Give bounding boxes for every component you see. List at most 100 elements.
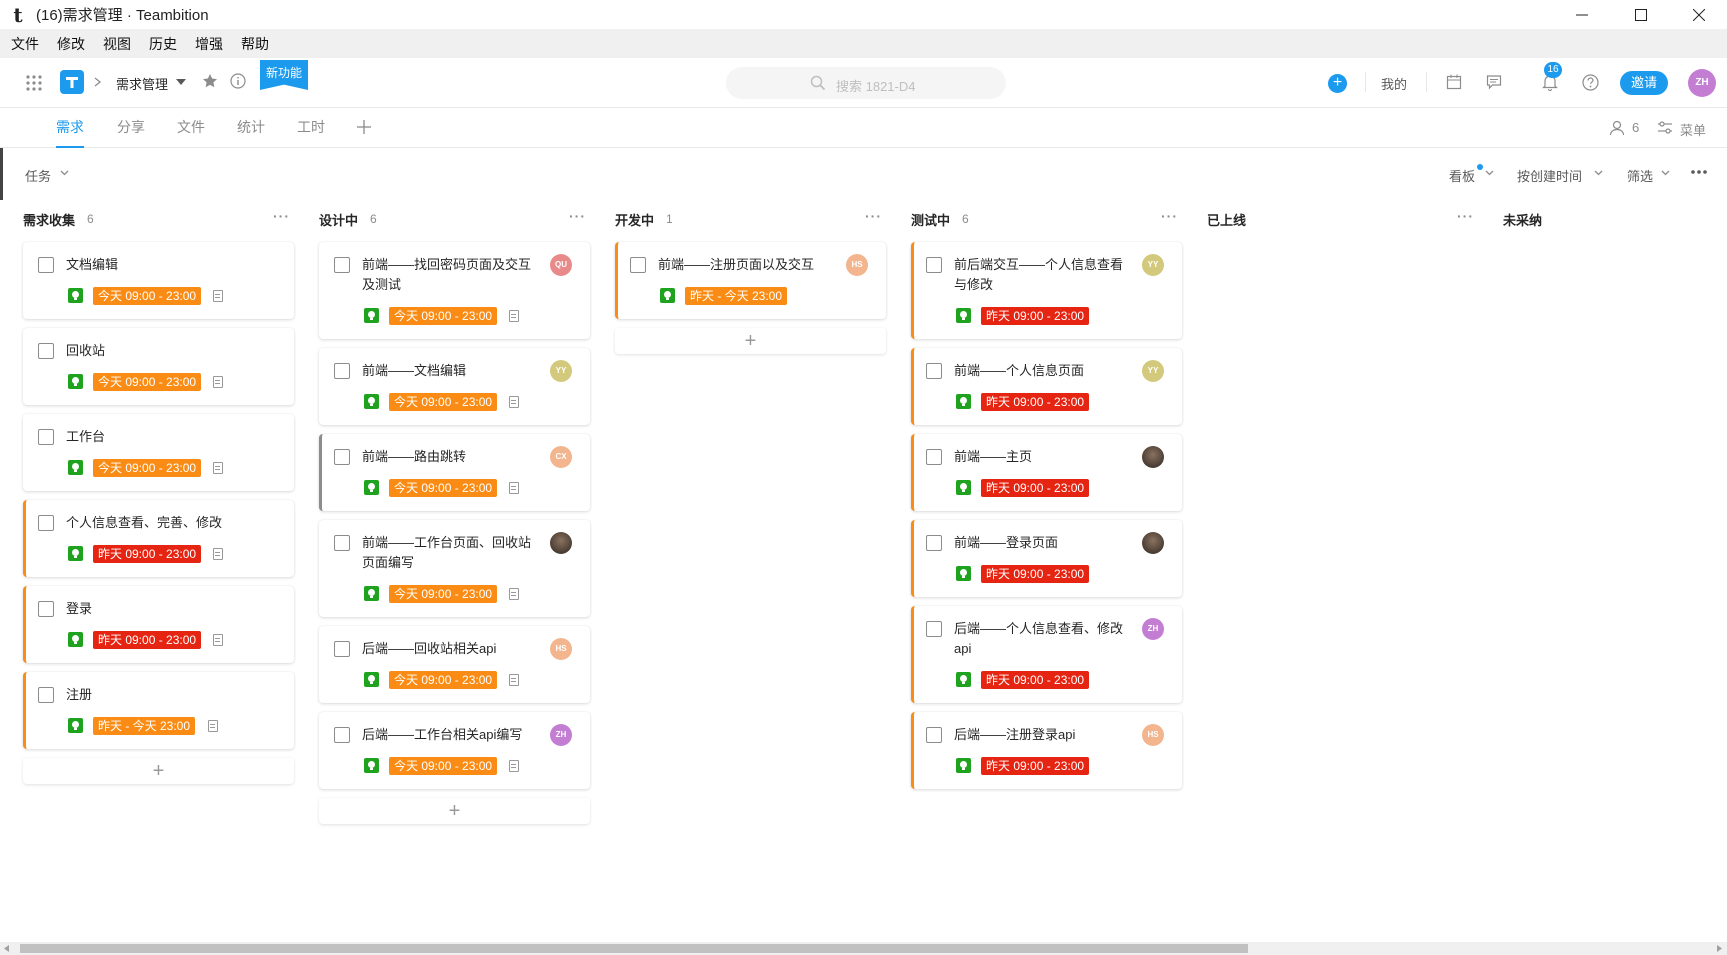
task-checkbox[interactable]: [334, 535, 350, 551]
task-card[interactable]: 个人信息查看、完善、修改 昨天 09:00 - 23:00: [23, 500, 294, 577]
task-card[interactable]: 前端——主页 昨天 09:00 - 23:00: [911, 434, 1182, 511]
task-card[interactable]: 前端——路由跳转 CX 今天 09:00 - 23:00: [319, 434, 590, 511]
menu-enhance[interactable]: 增强: [186, 34, 232, 54]
task-checkbox[interactable]: [334, 257, 350, 273]
task-card[interactable]: 前后端交互——个人信息查看与修改 YY 昨天 09:00 - 23:00: [911, 242, 1182, 339]
mine-link[interactable]: 我的: [1381, 74, 1407, 93]
calendar-icon[interactable]: [1446, 74, 1462, 90]
close-button[interactable]: [1671, 0, 1727, 29]
stage-more-icon[interactable]: ···: [865, 208, 882, 224]
assignee-avatar[interactable]: ZH: [1142, 618, 1164, 640]
scrollbar-thumb[interactable]: [20, 944, 1248, 953]
horizontal-scrollbar[interactable]: [0, 942, 1727, 955]
task-checkbox[interactable]: [926, 621, 942, 637]
assignee-avatar[interactable]: HS: [1142, 724, 1164, 746]
task-checkbox[interactable]: [334, 449, 350, 465]
assignee-avatar[interactable]: [1142, 446, 1164, 468]
add-tab-icon[interactable]: [357, 120, 371, 134]
avatar[interactable]: ZH: [1688, 69, 1716, 97]
assignee-avatar[interactable]: QU: [550, 254, 572, 276]
members-icon[interactable]: [1609, 120, 1625, 136]
invite-button[interactable]: 邀请: [1620, 71, 1668, 95]
stage-more-icon[interactable]: ···: [1457, 208, 1474, 224]
project-name[interactable]: 需求管理: [116, 74, 168, 93]
task-card[interactable]: 前端——个人信息页面 YY 昨天 09:00 - 23:00: [911, 348, 1182, 425]
assignee-avatar[interactable]: [550, 532, 572, 554]
task-card[interactable]: 前端——注册页面以及交互 HS 昨天 - 今天 23:00: [615, 242, 886, 319]
tab-stats[interactable]: 统计: [237, 108, 265, 148]
assignee-avatar[interactable]: YY: [1142, 360, 1164, 382]
tab-files[interactable]: 文件: [177, 108, 205, 148]
task-card[interactable]: 后端——注册登录api HS 昨天 09:00 - 23:00: [911, 712, 1182, 789]
sort-dropdown[interactable]: 按创建时间: [1517, 166, 1582, 185]
menu-help[interactable]: 帮助: [232, 34, 278, 54]
task-checkbox[interactable]: [334, 363, 350, 379]
stage-more-icon[interactable]: ···: [1161, 208, 1178, 224]
add-task-button[interactable]: +: [23, 758, 294, 784]
help-icon[interactable]: [1582, 74, 1599, 91]
add-task-button[interactable]: +: [319, 798, 590, 824]
task-checkbox[interactable]: [926, 535, 942, 551]
task-checkbox[interactable]: [630, 257, 646, 273]
task-checkbox[interactable]: [926, 449, 942, 465]
task-checkbox[interactable]: [926, 727, 942, 743]
scroll-right-icon[interactable]: [1717, 945, 1723, 952]
menu-settings-icon[interactable]: [1657, 120, 1673, 136]
menu-file[interactable]: 文件: [2, 34, 48, 54]
apps-grid-icon[interactable]: [26, 75, 42, 91]
task-checkbox[interactable]: [38, 515, 54, 531]
tab-share[interactable]: 分享: [117, 108, 145, 148]
task-checkbox[interactable]: [38, 601, 54, 617]
member-count[interactable]: 6: [1632, 120, 1639, 135]
assignee-avatar[interactable]: YY: [1142, 254, 1164, 276]
view-dropdown[interactable]: 看板: [1449, 166, 1475, 185]
add-icon[interactable]: +: [1328, 74, 1347, 93]
task-card[interactable]: 文档编辑 今天 09:00 - 23:00: [23, 242, 294, 319]
info-icon[interactable]: [230, 73, 246, 89]
caret-down-icon[interactable]: [176, 79, 186, 85]
task-card[interactable]: 后端——个人信息查看、修改api ZH 昨天 09:00 - 23:00: [911, 606, 1182, 703]
task-checkbox[interactable]: [38, 343, 54, 359]
filter-dropdown[interactable]: 筛选: [1627, 166, 1653, 185]
stage-more-icon[interactable]: ···: [273, 208, 290, 224]
task-checkbox[interactable]: [334, 641, 350, 657]
task-card[interactable]: 前端——工作台页面、回收站页面编写 今天 09:00 - 23:00: [319, 520, 590, 617]
assignee-avatar[interactable]: [1142, 532, 1164, 554]
task-card[interactable]: 后端——工作台相关api编写 ZH 今天 09:00 - 23:00: [319, 712, 590, 789]
task-card[interactable]: 后端——回收站相关api HS 今天 09:00 - 23:00: [319, 626, 590, 703]
assignee-avatar[interactable]: HS: [550, 638, 572, 660]
task-card[interactable]: 前端——登录页面 昨天 09:00 - 23:00: [911, 520, 1182, 597]
minimize-button[interactable]: [1554, 0, 1610, 29]
add-task-button[interactable]: +: [615, 328, 886, 354]
task-card[interactable]: 回收站 今天 09:00 - 23:00: [23, 328, 294, 405]
assignee-avatar[interactable]: CX: [550, 446, 572, 468]
task-checkbox[interactable]: [38, 429, 54, 445]
task-card[interactable]: 注册 昨天 - 今天 23:00: [23, 672, 294, 749]
task-checkbox[interactable]: [926, 257, 942, 273]
search-input[interactable]: 搜索 1821-D4: [726, 67, 1006, 99]
message-icon[interactable]: [1486, 74, 1502, 90]
assignee-avatar[interactable]: YY: [550, 360, 572, 382]
task-checkbox[interactable]: [38, 257, 54, 273]
scroll-left-icon[interactable]: [4, 945, 10, 952]
tab-requirements[interactable]: 需求: [56, 108, 84, 148]
star-icon[interactable]: [202, 73, 218, 89]
more-icon[interactable]: [1691, 170, 1707, 174]
tab-worktime[interactable]: 工时: [297, 108, 325, 148]
task-card[interactable]: 登录 昨天 09:00 - 23:00: [23, 586, 294, 663]
task-checkbox[interactable]: [38, 687, 54, 703]
task-card[interactable]: 前端——找回密码页面及交互及测试 QU 今天 09:00 - 23:00: [319, 242, 590, 339]
task-card[interactable]: 工作台 今天 09:00 - 23:00: [23, 414, 294, 491]
menu-view[interactable]: 视图: [94, 34, 140, 54]
menu-edit[interactable]: 修改: [48, 34, 94, 54]
menu-history[interactable]: 历史: [140, 34, 186, 54]
maximize-button[interactable]: [1613, 0, 1669, 29]
teambition-logo-icon[interactable]: [60, 70, 84, 94]
task-type-dropdown[interactable]: 任务: [25, 166, 51, 185]
assignee-avatar[interactable]: HS: [846, 254, 868, 276]
assignee-avatar[interactable]: ZH: [550, 724, 572, 746]
task-checkbox[interactable]: [334, 727, 350, 743]
stage-more-icon[interactable]: ···: [569, 208, 586, 224]
task-card[interactable]: 前端——文档编辑 YY 今天 09:00 - 23:00: [319, 348, 590, 425]
task-checkbox[interactable]: [926, 363, 942, 379]
